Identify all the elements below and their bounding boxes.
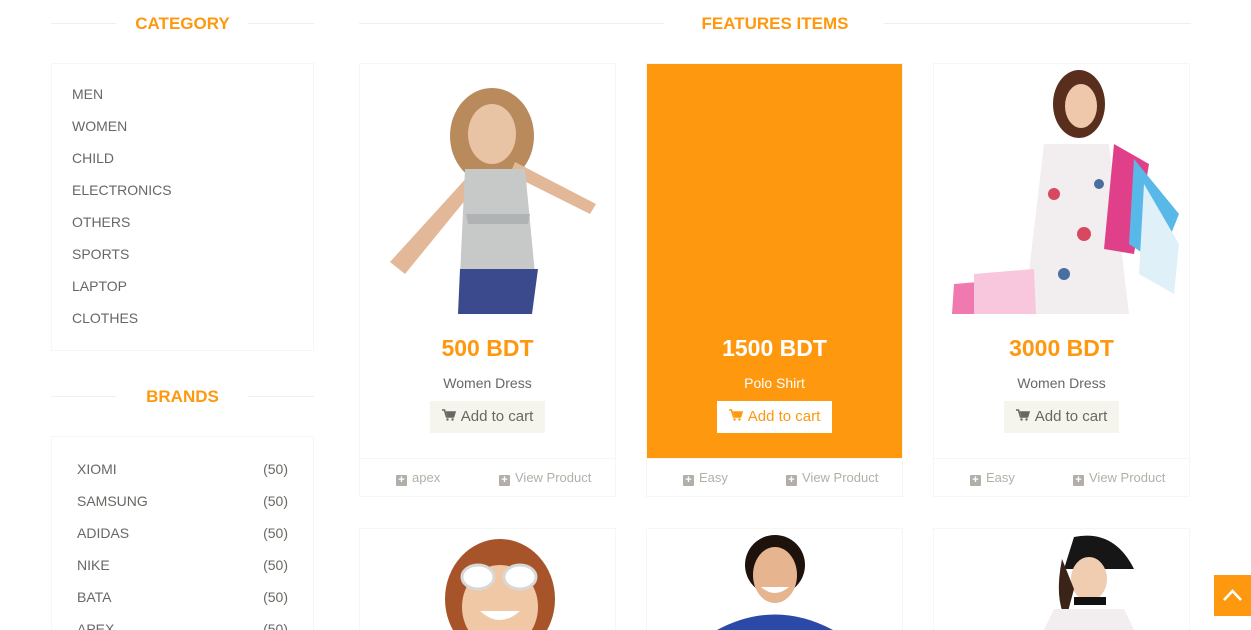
- brand-list: XIOMI (50) SAMSUNG (50) ADIDAS (50) NIKE…: [51, 436, 314, 630]
- brand-item-samsung[interactable]: SAMSUNG (50): [52, 489, 313, 521]
- product-price: 1500 BDT: [722, 335, 827, 361]
- features-section: FEATURES ITEMS: [359, 0, 1191, 46]
- product-choose-bar: + Easy + View Product: [647, 458, 902, 496]
- brand-name: SAMSUNG: [77, 493, 148, 509]
- add-to-cart-label: Add to cart: [747, 408, 821, 425]
- brand-name: ADIDAS: [77, 525, 130, 541]
- left-sidebar: CATEGORY MEN WOMEN CHILD ELECTRONICS OTH…: [51, 0, 314, 630]
- product-image[interactable]: [360, 64, 615, 314]
- product-image[interactable]: [647, 64, 902, 314]
- category-list: MEN WOMEN CHILD ELECTRONICS OTHERS SPORT…: [51, 63, 314, 351]
- product-name: Women Dress: [1017, 375, 1106, 391]
- view-product-link[interactable]: + View Product: [1073, 470, 1165, 486]
- brand-name: BATA: [77, 589, 112, 605]
- brand-item-bata[interactable]: BATA (50): [52, 585, 313, 617]
- add-to-cart-button[interactable]: Add to cart: [716, 401, 833, 433]
- view-product-label: View Product: [802, 470, 879, 485]
- shopping-cart-icon: [729, 401, 744, 433]
- product-card: [933, 528, 1190, 630]
- features-title: FEATURES ITEMS: [701, 14, 849, 33]
- brand-count: (50): [263, 461, 288, 477]
- product-card: [646, 528, 903, 630]
- view-product-link[interactable]: + View Product: [499, 470, 591, 486]
- product-price: 500 BDT: [441, 335, 534, 361]
- category-title: CATEGORY: [135, 14, 230, 33]
- brand-link[interactable]: + Easy: [683, 470, 728, 486]
- brand-link[interactable]: + Easy: [970, 470, 1015, 486]
- product-card: 1500 BDT Polo Shirt Add to cart + Easy + V…: [646, 63, 903, 497]
- add-to-cart-label: Add to cart: [460, 408, 534, 425]
- category-item-laptop[interactable]: LAPTOP: [52, 274, 313, 306]
- category-item-others[interactable]: OTHERS: [52, 210, 313, 242]
- brand-link[interactable]: + apex: [396, 470, 440, 486]
- brands-heading: BRANDS: [51, 373, 314, 419]
- brand-link-label: apex: [412, 470, 441, 485]
- brand-count: (50): [263, 621, 288, 630]
- product-card: 500 BDT Women Dress Add to cart + apex + V…: [359, 63, 616, 497]
- category-item-clothes[interactable]: CLOTHES: [52, 306, 313, 338]
- product-info: 1500 BDT Polo Shirt Add to cart: [647, 314, 902, 458]
- features-heading: FEATURES ITEMS: [359, 0, 1191, 46]
- brand-item-apex[interactable]: APEX (50): [52, 617, 313, 630]
- brand-count: (50): [263, 525, 288, 541]
- shopping-cart-icon: [442, 401, 457, 433]
- product-price: 3000 BDT: [1009, 335, 1114, 361]
- scroll-up-button[interactable]: [1214, 575, 1251, 616]
- product-choose-bar: + Easy + View Product: [934, 458, 1189, 496]
- add-to-cart-label: Add to cart: [1034, 408, 1108, 425]
- shopping-cart-icon: [1016, 401, 1031, 433]
- plus-square-icon: +: [970, 475, 981, 486]
- product-name: Women Dress: [443, 375, 532, 391]
- product-image[interactable]: [360, 529, 615, 630]
- category-item-women[interactable]: WOMEN: [52, 114, 313, 146]
- product-choose-bar: + apex + View Product: [360, 458, 615, 496]
- category-item-child[interactable]: CHILD: [52, 146, 313, 178]
- brand-count: (50): [263, 557, 288, 573]
- brand-name: XIOMI: [77, 461, 117, 477]
- category-item-men[interactable]: MEN: [52, 82, 313, 114]
- category-heading: CATEGORY: [51, 0, 314, 46]
- product-card: [359, 528, 616, 630]
- plus-square-icon: +: [396, 475, 407, 486]
- category-item-electronics[interactable]: ELECTRONICS: [52, 178, 313, 210]
- product-name: Polo Shirt: [744, 375, 805, 391]
- plus-square-icon: +: [1073, 475, 1084, 486]
- plus-square-icon: +: [786, 475, 797, 486]
- brand-name: NIKE: [77, 557, 110, 573]
- brand-item-nike[interactable]: NIKE (50): [52, 553, 313, 585]
- product-card: 3000 BDT Women Dress Add to cart + Easy +…: [933, 63, 1190, 497]
- view-product-label: View Product: [1089, 470, 1166, 485]
- brands-title: BRANDS: [146, 387, 219, 406]
- product-image[interactable]: [647, 529, 902, 630]
- plus-square-icon: +: [499, 475, 510, 486]
- brand-link-label: Easy: [699, 470, 728, 485]
- category-item-sports[interactable]: SPORTS: [52, 242, 313, 274]
- product-image[interactable]: [934, 64, 1189, 314]
- chevron-up-icon: [1214, 589, 1251, 620]
- view-product-link[interactable]: + View Product: [786, 470, 878, 486]
- product-image[interactable]: [934, 529, 1189, 630]
- brand-count: (50): [263, 493, 288, 509]
- brand-item-xiomi[interactable]: XIOMI (50): [52, 457, 313, 489]
- plus-square-icon: +: [683, 475, 694, 486]
- view-product-label: View Product: [515, 470, 592, 485]
- brand-name: APEX: [77, 621, 115, 630]
- product-info: 3000 BDT Women Dress Add to cart: [934, 314, 1189, 458]
- add-to-cart-button[interactable]: Add to cart: [429, 401, 546, 433]
- product-info: 500 BDT Women Dress Add to cart: [360, 314, 615, 458]
- brand-link-label: Easy: [986, 470, 1015, 485]
- brand-count: (50): [263, 589, 288, 605]
- brand-item-adidas[interactable]: ADIDAS (50): [52, 521, 313, 553]
- add-to-cart-button[interactable]: Add to cart: [1003, 401, 1120, 433]
